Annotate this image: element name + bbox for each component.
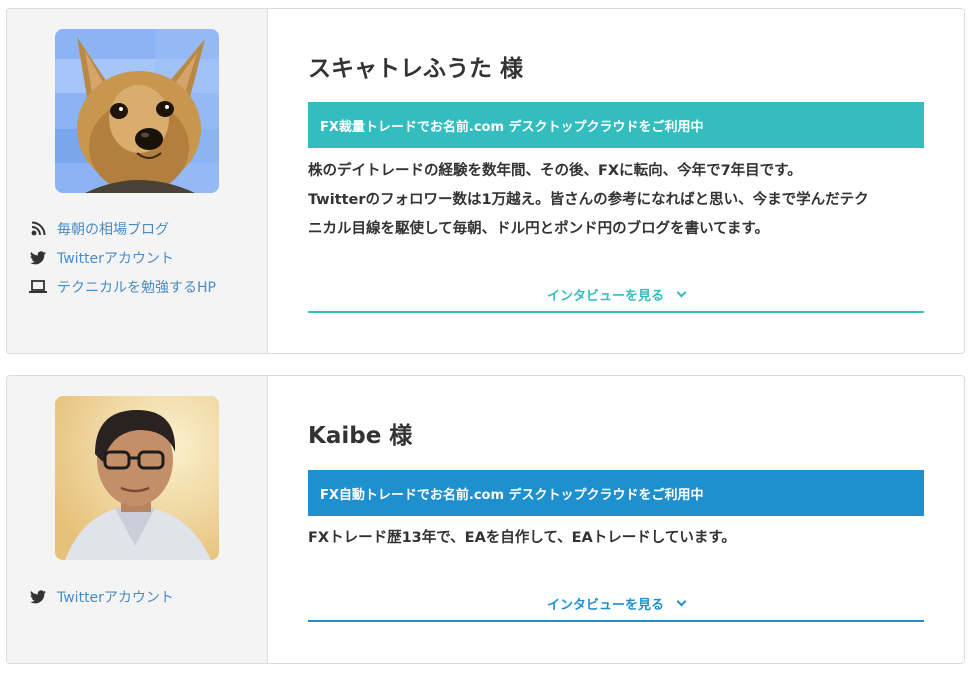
avatar xyxy=(55,29,219,193)
twitter-link[interactable]: Twitterアカウント xyxy=(57,248,174,268)
profile-links: 毎朝の相場ブログ Twitterアカウント テクニカルを勉強するHP xyxy=(29,214,216,301)
bio-line: ニカル目線を駆使して毎朝、ドル円とポンド円のブログを書いてます。 xyxy=(308,221,769,237)
twitter-icon xyxy=(29,250,47,266)
usage-banner: FX自動トレードでお名前.com デスクトップクラウドをご利用中 xyxy=(308,470,924,516)
bio-line: Twitterのフォロワー数は1万越え。皆さんの参考になればと思い、今まで学んだ… xyxy=(308,192,869,208)
chevron-down-icon xyxy=(676,596,687,606)
profile-sidebar: Twitterアカウント xyxy=(7,376,268,663)
profile-link-twitter[interactable]: Twitterアカウント xyxy=(29,582,174,611)
chevron-down-icon xyxy=(676,287,687,297)
blog-icon xyxy=(29,221,47,237)
view-interview-label: インタビューを見る xyxy=(546,288,664,304)
profile-bio: 株のデイトレードの経験を数年間、その後、FXに転向、今年で7年目です。 Twit… xyxy=(308,157,928,244)
avatar xyxy=(55,396,219,560)
profile-content: スキャトレふうた 様 FX裁量トレードでお名前.com デスクトップクラウドをご… xyxy=(268,9,964,353)
profile-link-twitter[interactable]: Twitterアカウント xyxy=(29,243,216,272)
blog-link[interactable]: 毎朝の相場ブログ xyxy=(57,219,169,239)
testimonial-card-1: 毎朝の相場ブログ Twitterアカウント テクニカルを勉強するHP スキャトレ… xyxy=(6,8,965,354)
bio-line: 株のデイトレードの経験を数年間、その後、FXに転向、今年で7年目です。 xyxy=(308,163,802,179)
profile-link-hp[interactable]: テクニカルを勉強するHP xyxy=(29,272,216,301)
hp-link[interactable]: テクニカルを勉強するHP xyxy=(57,277,216,297)
profile-sidebar: 毎朝の相場ブログ Twitterアカウント テクニカルを勉強するHP xyxy=(7,9,268,353)
view-interview-label: インタビューを見る xyxy=(546,597,664,613)
twitter-icon xyxy=(29,589,47,605)
profile-links: Twitterアカウント xyxy=(29,582,174,611)
laptop-icon xyxy=(29,279,47,295)
man-avatar-image xyxy=(55,396,219,560)
testimonial-card-2: Twitterアカウント Kaibe 様 FX自動トレードでお名前.com デス… xyxy=(6,375,965,664)
profile-content: Kaibe 様 FX自動トレードでお名前.com デスクトップクラウドをご利用中… xyxy=(268,376,964,663)
bio-line: FXトレード歴13年で、EAを自作して、EAトレードしています。 xyxy=(308,530,736,546)
view-interview-button[interactable]: インタビューを見る xyxy=(308,586,924,622)
dog-avatar-image xyxy=(55,29,219,193)
profile-name: スキャトレふうた 様 xyxy=(308,56,524,82)
profile-name: Kaibe 様 xyxy=(308,423,413,449)
twitter-link[interactable]: Twitterアカウント xyxy=(57,587,174,607)
usage-banner: FX裁量トレードでお名前.com デスクトップクラウドをご利用中 xyxy=(308,102,924,148)
profile-bio: FXトレード歴13年で、EAを自作して、EAトレードしています。 xyxy=(308,524,928,553)
profile-link-blog[interactable]: 毎朝の相場ブログ xyxy=(29,214,216,243)
view-interview-button[interactable]: インタビューを見る xyxy=(308,277,924,313)
